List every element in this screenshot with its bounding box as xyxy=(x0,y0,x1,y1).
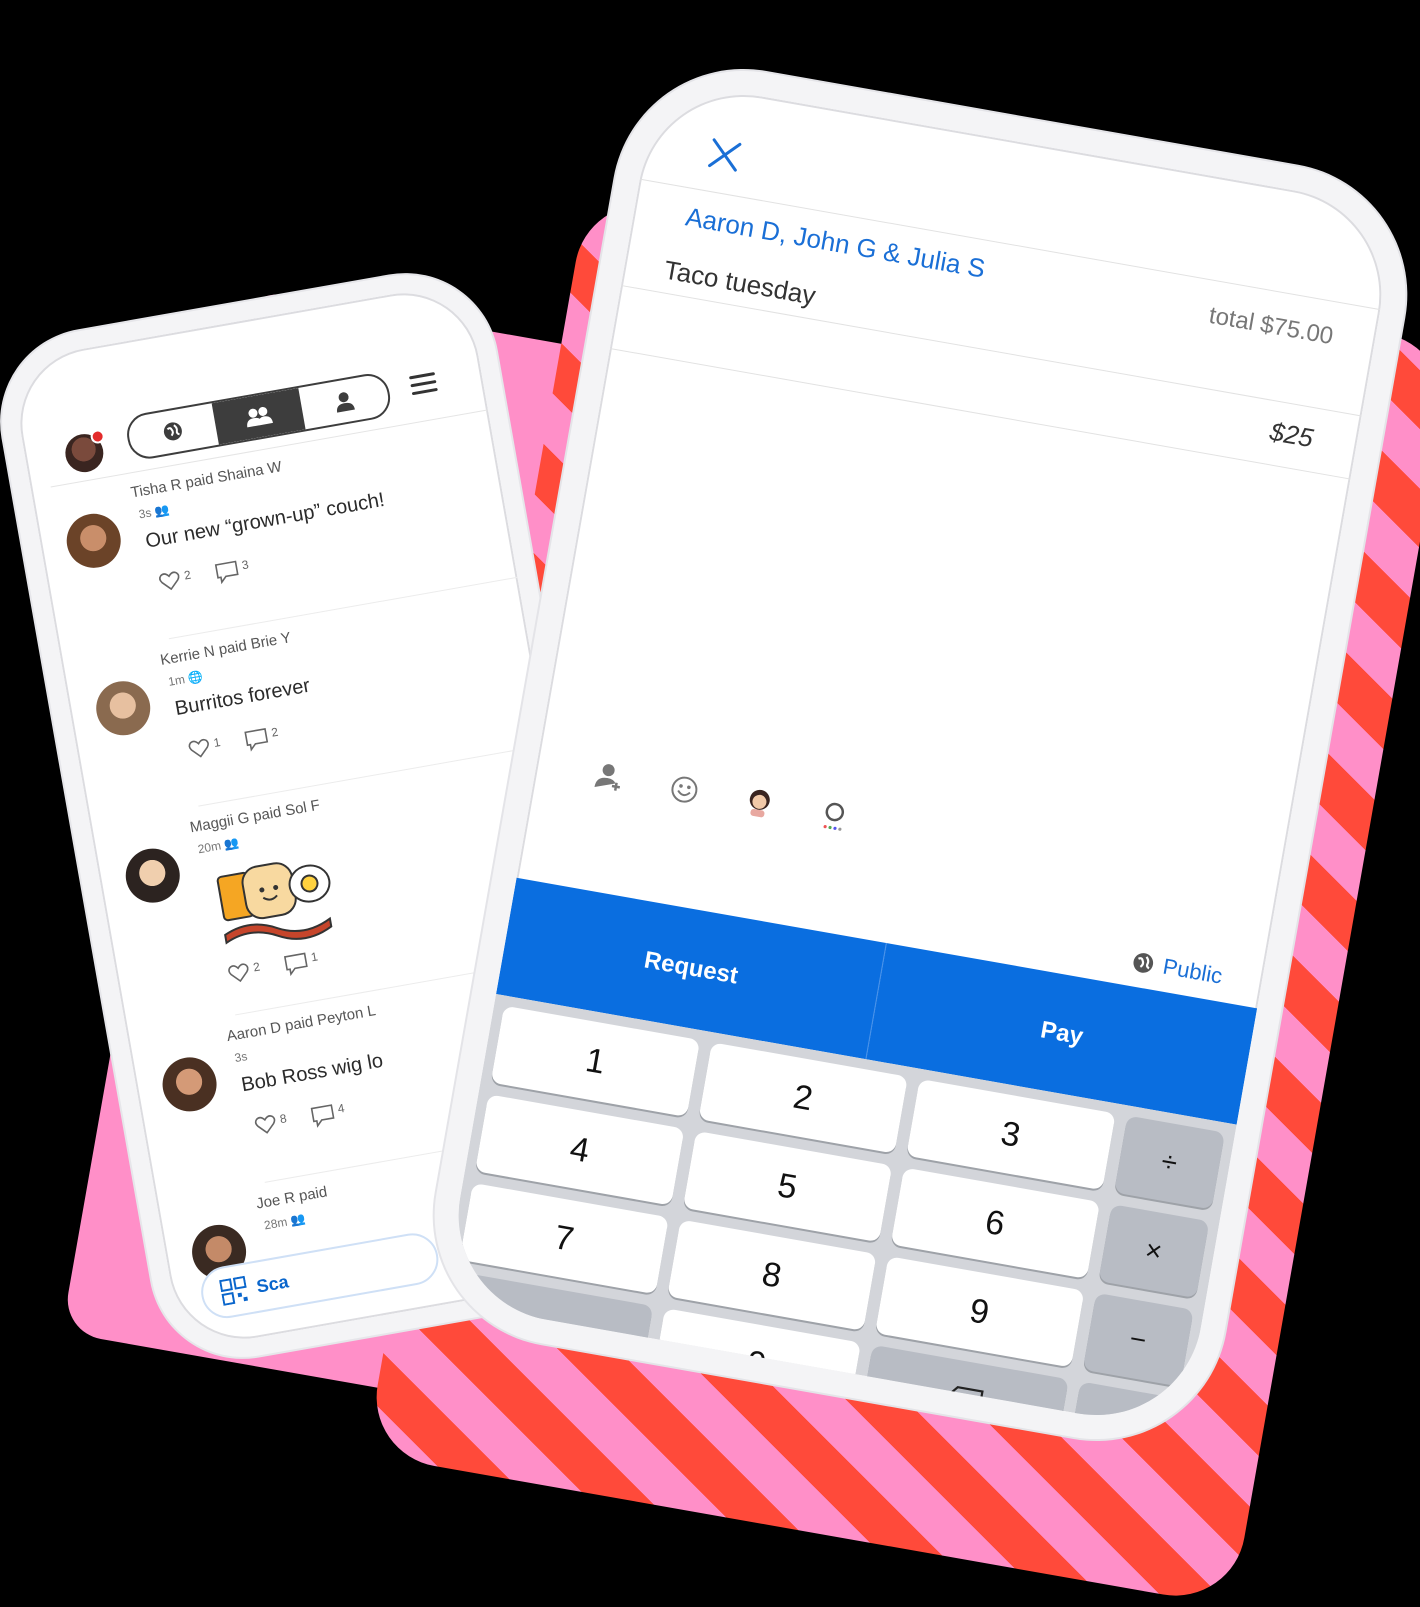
timestamp: 28m xyxy=(263,1214,289,1233)
smiley-icon xyxy=(671,776,698,803)
avatar[interactable] xyxy=(62,509,125,573)
story-actions: 8 4 xyxy=(253,1101,347,1139)
heart-icon xyxy=(188,738,209,758)
profile-avatar[interactable] xyxy=(62,428,107,476)
actor-name[interactable]: Kerrie N xyxy=(159,643,216,669)
tab-friends[interactable] xyxy=(211,388,306,445)
comment-count: 1 xyxy=(309,949,319,965)
add-person-icon xyxy=(594,764,621,791)
like-button[interactable]: 1 xyxy=(187,735,223,762)
timestamp: 20m xyxy=(196,838,223,857)
close-icon[interactable] xyxy=(702,132,748,178)
heart-icon xyxy=(159,571,180,591)
target-name[interactable]: Peyton L xyxy=(316,1002,377,1029)
friends-icon: 👥 xyxy=(289,1211,307,1228)
key-divide[interactable]: ÷ xyxy=(1113,1115,1226,1210)
story-meta: 1m 🌐 xyxy=(167,669,204,689)
globe-icon xyxy=(163,422,182,441)
target-name[interactable]: Sol F xyxy=(284,797,321,820)
comment-count: 2 xyxy=(270,724,280,740)
notification-dot xyxy=(89,428,106,445)
breakfast-sticker-image xyxy=(216,862,333,945)
comment-icon xyxy=(310,1104,335,1128)
privacy-label: Public xyxy=(1160,953,1225,989)
add-person-button[interactable] xyxy=(591,758,628,795)
person-icon xyxy=(337,392,356,413)
key-multiply[interactable]: × xyxy=(1097,1204,1210,1299)
verb-label: paid xyxy=(251,803,283,826)
story-title: Kerrie N paid Brie Y xyxy=(159,629,292,669)
globe-icon xyxy=(1133,953,1154,973)
like-count: 8 xyxy=(278,1111,288,1127)
story-title: Tisha R paid Shaina W xyxy=(130,458,284,501)
comment-button[interactable]: 4 xyxy=(309,1101,347,1129)
actor-name[interactable]: Maggii G xyxy=(189,809,251,836)
comment-count: 4 xyxy=(336,1101,346,1116)
target-name[interactable]: Shaina W xyxy=(216,458,283,486)
tab-public[interactable] xyxy=(126,403,219,460)
story-title: Maggii G paid Sol F xyxy=(189,797,322,837)
timestamp: 1m xyxy=(167,672,186,689)
hamburger-menu-icon[interactable] xyxy=(408,372,438,396)
like-button[interactable]: 8 xyxy=(253,1111,289,1138)
avatar[interactable] xyxy=(121,844,185,907)
note-divider xyxy=(620,284,1362,417)
total-amount: total $75.00 xyxy=(1207,301,1336,351)
scan-label: Sca xyxy=(254,1270,290,1297)
comment-icon xyxy=(214,560,239,585)
target-name[interactable]: Brie Y xyxy=(249,629,292,653)
verb-label: paid xyxy=(283,1013,315,1035)
friends-icon: 👥 xyxy=(222,835,241,852)
story-actions: 1 2 xyxy=(187,725,281,763)
amount-divider xyxy=(609,347,1351,480)
friends-icon: 👥 xyxy=(153,502,171,519)
key-subtract[interactable]: − xyxy=(1082,1292,1194,1387)
more-options-icon xyxy=(823,802,845,831)
timestamp: 3s xyxy=(137,505,153,522)
actor-name[interactable]: Tisha R xyxy=(130,476,183,502)
privacy-selector[interactable]: Public xyxy=(1129,948,1224,990)
bitmoji-icon xyxy=(749,789,770,818)
like-count: 2 xyxy=(182,567,192,583)
comment-button[interactable]: 1 xyxy=(282,949,320,977)
avatar[interactable] xyxy=(91,676,155,740)
verb-label: paid xyxy=(297,1183,329,1205)
verb-label: paid xyxy=(217,636,249,659)
bitmoji-button[interactable] xyxy=(741,784,778,821)
story-meta: 3s xyxy=(233,1049,248,1065)
split-amount[interactable]: $25 xyxy=(1267,416,1316,454)
heart-icon xyxy=(228,963,249,983)
payment-note: Our new “grown-up” couch! xyxy=(143,488,387,553)
comment-icon xyxy=(283,952,308,977)
story-title: Aaron D paid Peyton L xyxy=(225,1002,377,1045)
story-title: Joe R paid xyxy=(255,1183,329,1212)
like-button[interactable]: 2 xyxy=(226,960,262,987)
verb-label: paid xyxy=(183,470,215,492)
comment-count: 3 xyxy=(240,557,250,573)
story-meta: 3s 👥 xyxy=(138,502,171,521)
compose-toolbar xyxy=(591,758,853,835)
friends-icon xyxy=(247,406,273,428)
comment-button[interactable]: 2 xyxy=(243,725,281,753)
actor-name[interactable]: Joe R xyxy=(255,1189,297,1213)
note-field[interactable]: Taco tuesday xyxy=(662,254,818,311)
globe-icon: 🌐 xyxy=(186,669,205,686)
timestamp: 3s xyxy=(233,1049,249,1066)
like-button[interactable]: 2 xyxy=(157,568,193,595)
actor-name[interactable]: Aaron D xyxy=(225,1019,282,1045)
comment-icon xyxy=(244,728,268,752)
tab-personal[interactable] xyxy=(298,373,391,430)
avatar[interactable] xyxy=(158,1053,221,1116)
qr-code-icon xyxy=(219,1275,248,1306)
story-meta: 28m 👥 xyxy=(263,1211,306,1232)
story-meta: 20m 👥 xyxy=(197,835,240,856)
story-actions: 2 3 xyxy=(157,557,251,595)
payment-note: Bob Ross wig lo xyxy=(239,1049,385,1097)
heart-icon xyxy=(254,1115,276,1134)
like-count: 1 xyxy=(212,734,222,750)
more-button[interactable] xyxy=(816,797,853,834)
emoji-button[interactable] xyxy=(666,771,703,808)
comment-button[interactable]: 3 xyxy=(213,557,251,585)
like-count: 2 xyxy=(252,959,262,975)
